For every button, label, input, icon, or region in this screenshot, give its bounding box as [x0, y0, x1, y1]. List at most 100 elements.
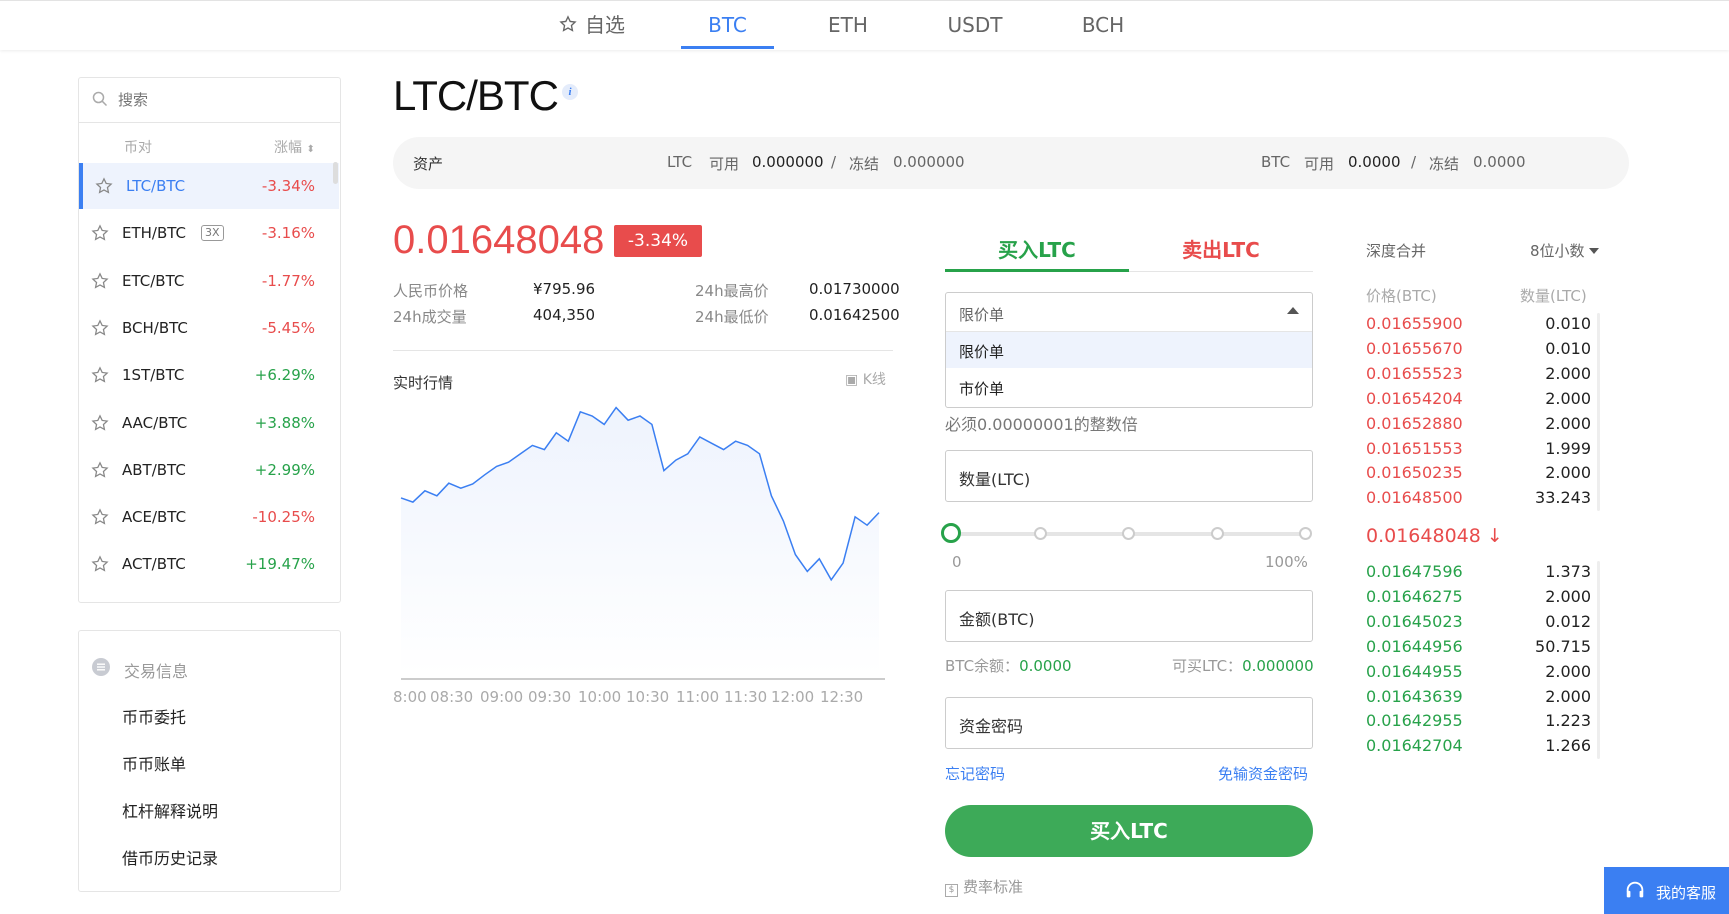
market-row[interactable]: BCH/BTC -5.45% — [79, 305, 339, 351]
tab-sell[interactable]: 卖出LTC — [1129, 234, 1313, 272]
order-type-current[interactable]: 限价单 — [946, 293, 1312, 332]
link-spot-orders[interactable]: 币币委托 — [122, 704, 186, 728]
orderbook-row[interactable]: 0.01643639 2.000 — [1366, 687, 1591, 712]
market-row[interactable]: LTC/BTC -3.34% — [79, 163, 339, 209]
fee-link[interactable]: $ 费率标准 — [945, 876, 1023, 897]
orderbook-row[interactable]: 0.01655670 0.010 — [1366, 339, 1591, 364]
orderbook-row[interactable]: 0.01645023 0.012 — [1366, 612, 1591, 637]
can-buy: 可买LTC：0.000000 — [1172, 655, 1314, 676]
market-pair: ETH/BTC — [122, 224, 187, 243]
orderbook-row[interactable]: 0.01646275 2.000 — [1366, 587, 1591, 612]
market-row[interactable]: ETC/BTC -1.77% — [79, 258, 339, 304]
slider-stop-25[interactable] — [1034, 527, 1047, 540]
search-input[interactable] — [118, 87, 318, 113]
orderbook-last-price: 0.01648048 ↓ — [1366, 525, 1503, 547]
customer-service-button[interactable]: 我的客服 — [1604, 867, 1729, 914]
orderbook-row[interactable]: 0.01642704 1.266 — [1366, 736, 1591, 761]
price-chart — [400, 406, 885, 680]
favorite-star-icon[interactable] — [91, 413, 109, 436]
slider-handle[interactable] — [941, 523, 961, 543]
orderbook-quantity: 2.000 — [1545, 661, 1591, 681]
info-icon[interactable]: i — [562, 84, 578, 100]
favorite-star-icon[interactable] — [91, 366, 109, 388]
amount-input[interactable]: 金额(BTC) — [945, 590, 1313, 642]
option-limit-order[interactable]: 限价单 — [946, 332, 1312, 368]
orderbook-price: 0.01645023 — [1366, 611, 1463, 631]
orderbook-row[interactable]: 0.01654204 2.000 — [1366, 389, 1591, 414]
no-password-link[interactable]: 免输资金密码 — [1218, 763, 1308, 784]
orderbook-row[interactable]: 0.01655900 0.010 — [1366, 314, 1591, 339]
link-borrow-history[interactable]: 借币历史记录 — [122, 845, 218, 869]
link-spot-bills[interactable]: 币币账单 — [122, 751, 186, 775]
orderbook-quantity: 0.012 — [1545, 611, 1591, 631]
tab-usdt[interactable]: USDT — [935, 11, 1015, 49]
favorite-star-icon[interactable] — [91, 319, 109, 341]
slider-stop-100[interactable] — [1299, 527, 1312, 540]
orderbook-quantity: 1.223 — [1545, 711, 1591, 731]
market-pair: LTC/BTC — [126, 177, 186, 195]
slider-stop-50[interactable] — [1122, 527, 1135, 540]
market-row[interactable]: AAC/BTC +3.88% — [79, 400, 339, 446]
orderbook-row[interactable]: 0.01650235 2.000 — [1366, 463, 1591, 488]
btc-currency: BTC — [1261, 153, 1291, 171]
tab-buy[interactable]: 买入LTC — [945, 234, 1129, 272]
orderbook-row[interactable]: 0.01652880 2.000 — [1366, 414, 1591, 439]
favorite-star-icon[interactable] — [91, 555, 109, 577]
orderbook-price: 0.01647596 — [1366, 562, 1463, 581]
list-icon — [92, 658, 110, 680]
link-leverage-explanation[interactable]: 杠杆解释说明 — [122, 798, 218, 822]
market-row[interactable]: ETH/BTC 3X -3.16% — [79, 210, 339, 256]
bids-scrollbar[interactable] — [1597, 561, 1600, 759]
market-list-scrollbar[interactable] — [333, 162, 338, 184]
market-row[interactable]: 1ST/BTC +6.29% — [79, 352, 339, 398]
market-row[interactable]: ABT/BTC +2.99% — [79, 447, 339, 493]
market-pair: 1ST/BTC — [122, 366, 185, 385]
favorite-star-icon[interactable] — [95, 177, 113, 199]
decimals-select[interactable]: 8位小数 — [1530, 240, 1600, 261]
orderbook-price: 0.01643639 — [1366, 686, 1463, 706]
favorite-star-icon[interactable] — [91, 461, 109, 483]
btc-frozen-value: 0.0000 — [1473, 153, 1526, 171]
leverage-badge: 3X — [201, 225, 224, 242]
fee-label: 费率标准 — [963, 878, 1024, 896]
depth-merge-label: 深度合并 — [1366, 242, 1427, 260]
favorite-star-icon[interactable] — [91, 271, 109, 294]
market-row[interactable]: ACE/BTC -10.25% — [79, 494, 339, 540]
asks-scrollbar[interactable] — [1597, 313, 1600, 511]
orderbook-price: 0.01644956 — [1366, 636, 1463, 656]
orderbook-row[interactable]: 0.01647596 1.373 — [1366, 562, 1591, 587]
orderbook-row[interactable]: 0.01655523 2.000 — [1366, 364, 1591, 389]
market-change: -3.16% — [261, 224, 315, 243]
quantity-input[interactable]: 数量(LTC) — [945, 450, 1313, 502]
option-market-order[interactable]: 市价单 — [946, 369, 1312, 405]
forgot-password-link[interactable]: 忘记密码 — [945, 763, 1005, 784]
trade-info-title: 交易信息 — [124, 662, 189, 681]
orderbook-row[interactable]: 0.01651553 1.999 — [1366, 439, 1591, 464]
orderbook-row[interactable]: 0.01644955 2.000 — [1366, 662, 1591, 687]
favorite-star-icon[interactable] — [91, 224, 109, 246]
ltc-available-value: 0.000000 — [752, 153, 824, 171]
orderbook-row[interactable]: 0.01642955 1.223 — [1366, 711, 1591, 736]
order-type-select[interactable]: 限价单 限价单 市价单 — [945, 292, 1313, 408]
buy-button[interactable]: 买入LTC — [945, 805, 1313, 857]
fund-password-input[interactable]: 资金密码 — [945, 697, 1313, 749]
tab-btc[interactable]: BTC — [681, 11, 774, 49]
tab-bch[interactable]: BCH — [1065, 11, 1141, 49]
tab-eth[interactable]: ETH — [810, 11, 886, 49]
x-axis-tick: 12:00 — [771, 688, 815, 706]
btc-balance-value: 0.0000 — [1019, 657, 1072, 675]
slider-stop-75[interactable] — [1211, 527, 1224, 540]
market-change: +2.99% — [254, 460, 315, 479]
search-icon — [92, 91, 108, 111]
low-24h-label: 24h最低价 — [695, 308, 769, 326]
favorite-star-icon[interactable] — [91, 508, 109, 530]
orderbook-row[interactable]: 0.01644956 50.715 — [1366, 637, 1591, 662]
assets-bar: 资产 LTC 可用 0.000000 / 冻结 0.000000 BTC 可用 … — [393, 137, 1629, 189]
orderbook-row[interactable]: 0.01648500 33.243 — [1366, 488, 1591, 513]
can-buy-label: 可买LTC： — [1172, 657, 1243, 675]
tab-favorites[interactable]: 自选 — [552, 11, 632, 49]
orderbook-quantity: 0.010 — [1545, 338, 1591, 358]
market-row[interactable]: ACT/BTC +19.47% — [79, 541, 339, 587]
ltc-frozen-value: 0.000000 — [893, 153, 965, 171]
column-header-change[interactable]: 涨幅 ⬍ — [274, 137, 315, 157]
